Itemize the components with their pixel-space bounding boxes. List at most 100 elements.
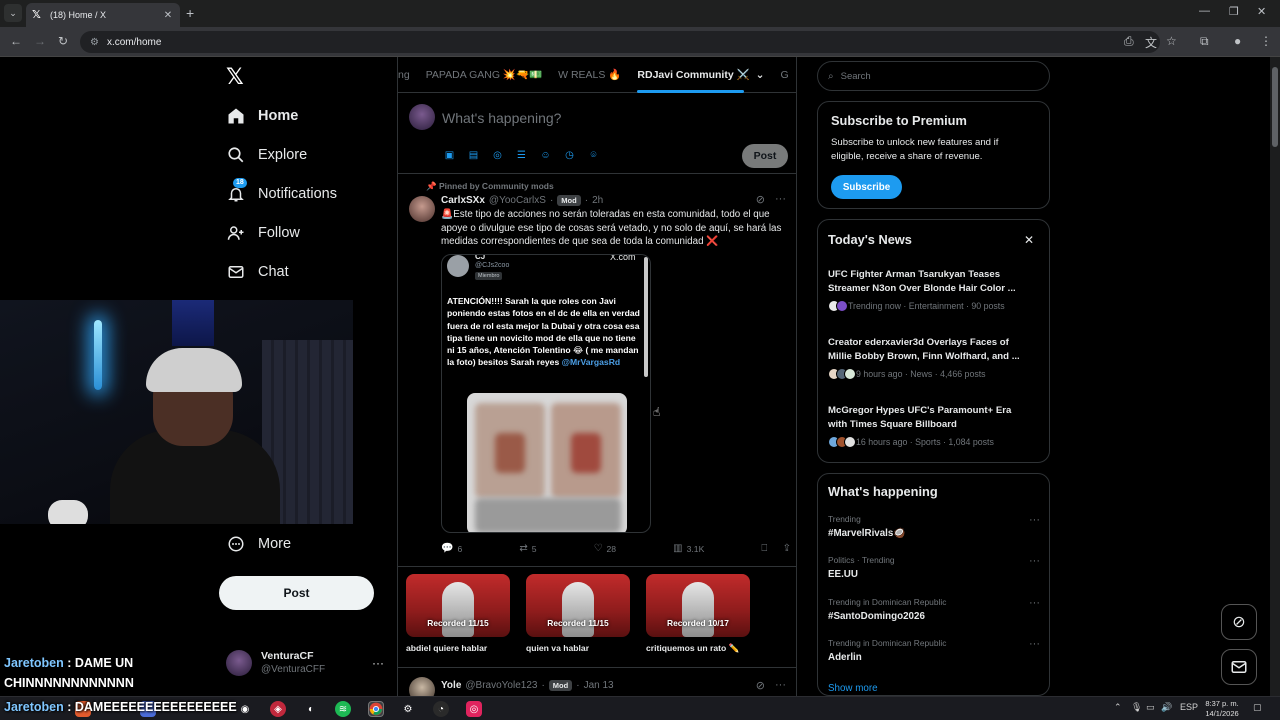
nav-notifications[interactable]: 18 Notifications <box>226 178 337 207</box>
browser-menu-icon[interactable]: ⋮ <box>1260 34 1272 48</box>
news-item[interactable]: UFC Fighter Arman Tsarukyan Teases Strea… <box>828 268 1033 312</box>
media-icon[interactable]: ▣ <box>442 148 457 163</box>
messages-floating-button[interactable] <box>1221 649 1257 685</box>
nav-chat[interactable]: Chat <box>226 259 289 285</box>
nav-more[interactable]: More <box>226 531 291 557</box>
tab-community[interactable]: ng <box>398 57 418 93</box>
trend-more-icon[interactable]: ··· <box>1029 514 1040 526</box>
tweet-author-handle[interactable]: @YooCarlxS <box>489 195 546 206</box>
site-info-icon[interactable]: ⚙ <box>90 37 99 48</box>
tab-community[interactable]: PAPADA GANG 💥🔫💵 <box>418 57 550 93</box>
minimize-icon[interactable]: — <box>1199 5 1210 17</box>
reply-button[interactable]: 💬 6 <box>441 543 462 554</box>
embedded-image[interactable]: CJ @CJs2coo Miembro X.com ATENCIÓN!!!! S… <box>441 254 651 533</box>
like-button[interactable]: ♡ 28 <box>594 543 617 554</box>
address-bar[interactable]: ⚙ x.com/home <box>80 31 1160 53</box>
sidebar-post-button[interactable]: Post <box>219 576 374 610</box>
trend-item[interactable]: Trending in Dominican Republic Aderlin ·… <box>828 638 1040 663</box>
tab-community-active[interactable]: RDJavi Community ⚔️ ⌄ <box>629 57 772 93</box>
trend-item[interactable]: Politics · Trending EE.UU ··· <box>828 555 1040 580</box>
search-input[interactable]: ⌕ Search <box>817 61 1050 91</box>
reload-icon[interactable]: ↻ <box>58 34 68 48</box>
recorded-space-card[interactable]: Recorded 11/15 quien va hablar <box>526 574 630 653</box>
x-logo-icon[interactable]: 𝕏 <box>226 64 244 90</box>
grok-floating-button[interactable]: ⊘ <box>1221 604 1257 640</box>
grok-icon[interactable]: ◎ <box>490 148 505 163</box>
back-icon[interactable]: ← <box>10 34 22 48</box>
tweet-more-icon[interactable]: ··· <box>775 679 786 692</box>
trend-item[interactable]: Trending #MarvelRivals🥥 ··· <box>828 514 1040 539</box>
language-indicator[interactable]: ESP <box>1180 702 1198 712</box>
trend-more-icon[interactable]: ··· <box>1029 638 1040 650</box>
grok-icon[interactable]: ⊘ <box>756 679 765 692</box>
pinned-tweet[interactable]: 📌 Pinned by Community mods CarlxSXx @Yoo… <box>398 175 796 567</box>
tab-community[interactable]: W REALS 🔥 <box>550 57 629 93</box>
views-button[interactable]: ▥ 3.1K <box>673 543 704 554</box>
nav-home[interactable]: Home <box>226 103 298 129</box>
profile-icon[interactable]: ● <box>1234 34 1241 48</box>
taskbar-clock[interactable]: 8:37 p. m. 14/1/2026 <box>1200 699 1244 719</box>
recorded-space-card[interactable]: Recorded 11/15 abdiel quiere hablar <box>406 574 510 653</box>
close-window-icon[interactable]: ✕ <box>1257 5 1266 18</box>
scrollbar-thumb[interactable] <box>1272 67 1278 147</box>
tweet[interactable]: Yole @BravoYole123 · Mod · Jan 13 ⊘ ··· <box>398 669 796 696</box>
mic-tray-icon[interactable]: 🎙 <box>1131 702 1142 713</box>
nav-explore[interactable]: Explore <box>226 142 307 168</box>
grok-icon[interactable]: ⊘ <box>756 193 765 206</box>
poll-icon[interactable]: ☰ <box>514 148 529 163</box>
tweet-author-name[interactable]: Yole <box>441 680 461 691</box>
obs-taskbar-icon[interactable]: ◉ <box>237 701 253 717</box>
app-taskbar-icon[interactable]: ◔ <box>433 701 449 717</box>
news-item[interactable]: Creator ederxavier3d Overlays Faces of M… <box>828 336 1033 380</box>
emoji-icon[interactable]: ☺ <box>538 148 553 163</box>
show-more-link[interactable]: Show more <box>828 683 878 694</box>
translate-icon[interactable]: 文 <box>1145 34 1157 51</box>
restore-icon[interactable]: ❐ <box>1229 5 1239 18</box>
location-icon[interactable]: ⌾ <box>586 148 601 163</box>
nav-follow[interactable]: Follow <box>226 220 300 246</box>
account-more-icon[interactable]: ··· <box>372 656 384 670</box>
tweet-author-handle[interactable]: @BravoYole123 <box>465 680 537 691</box>
tweet-avatar[interactable] <box>409 196 435 222</box>
tweet-time[interactable]: 2h <box>592 195 603 206</box>
tray-chevron-icon[interactable]: ⌃ <box>1114 702 1122 713</box>
close-icon[interactable]: ✕ <box>1024 233 1034 247</box>
trend-more-icon[interactable]: ··· <box>1029 555 1040 567</box>
share-icon[interactable]: ⇪ <box>783 543 791 554</box>
network-tray-icon[interactable]: ▭ <box>1146 702 1155 713</box>
chrome-taskbar-icon[interactable] <box>368 701 384 717</box>
app-taskbar-icon[interactable]: ◐ <box>303 701 319 717</box>
settings-taskbar-icon[interactable]: ⚙ <box>400 701 416 717</box>
repost-button[interactable]: ⇄ 5 <box>519 543 536 554</box>
trend-more-icon[interactable]: ··· <box>1029 597 1040 609</box>
forward-icon[interactable]: → <box>34 34 46 48</box>
app-taskbar-icon[interactable]: ◈ <box>270 701 286 717</box>
tweet-avatar[interactable] <box>409 677 435 696</box>
composer-post-button[interactable]: Post <box>742 144 788 168</box>
account-switcher[interactable]: VenturaCF @VenturaCFF ··· <box>226 648 386 680</box>
tweet-time[interactable]: Jan 13 <box>584 680 614 691</box>
notification-center-icon[interactable]: ▢ <box>1253 702 1262 713</box>
trend-item[interactable]: Trending in Dominican Republic #SantoDom… <box>828 597 1040 622</box>
news-item[interactable]: McGregor Hypes UFC's Paramount+ Era with… <box>828 404 1033 448</box>
tab-close-icon[interactable]: ✕ <box>162 10 174 21</box>
recorded-space-card[interactable]: Recorded 10/17 critiquemos un rato ✏️ <box>646 574 750 654</box>
app-taskbar-icon[interactable]: ◎ <box>466 701 482 717</box>
extensions-icon[interactable]: ⧉ <box>1200 34 1209 49</box>
tab-community[interactable]: G <box>772 57 796 93</box>
spotify-taskbar-icon[interactable]: ≋ <box>335 701 351 717</box>
gif-icon[interactable]: ▤ <box>466 148 481 163</box>
bookmark-star-icon[interactable]: ☆ <box>1166 34 1177 48</box>
tab-search-dropdown[interactable]: ⌄ <box>4 4 22 22</box>
page-scrollbar[interactable] <box>1270 57 1280 696</box>
new-tab-icon[interactable]: + <box>186 5 194 21</box>
composer-input[interactable]: What's happening? <box>442 110 561 126</box>
volume-tray-icon[interactable]: 🔊 <box>1161 702 1172 713</box>
subscribe-button[interactable]: Subscribe <box>831 175 902 199</box>
install-icon[interactable]: ⎙ <box>1124 34 1134 49</box>
browser-tab[interactable]: 𝕏 (18) Home / X ✕ <box>26 3 180 27</box>
tweet-more-icon[interactable]: ··· <box>775 193 786 206</box>
tweet-author-name[interactable]: CarlxSXx <box>441 195 485 206</box>
schedule-icon[interactable]: ◷ <box>562 148 577 163</box>
bookmark-icon[interactable]: ⎕ <box>761 543 767 554</box>
